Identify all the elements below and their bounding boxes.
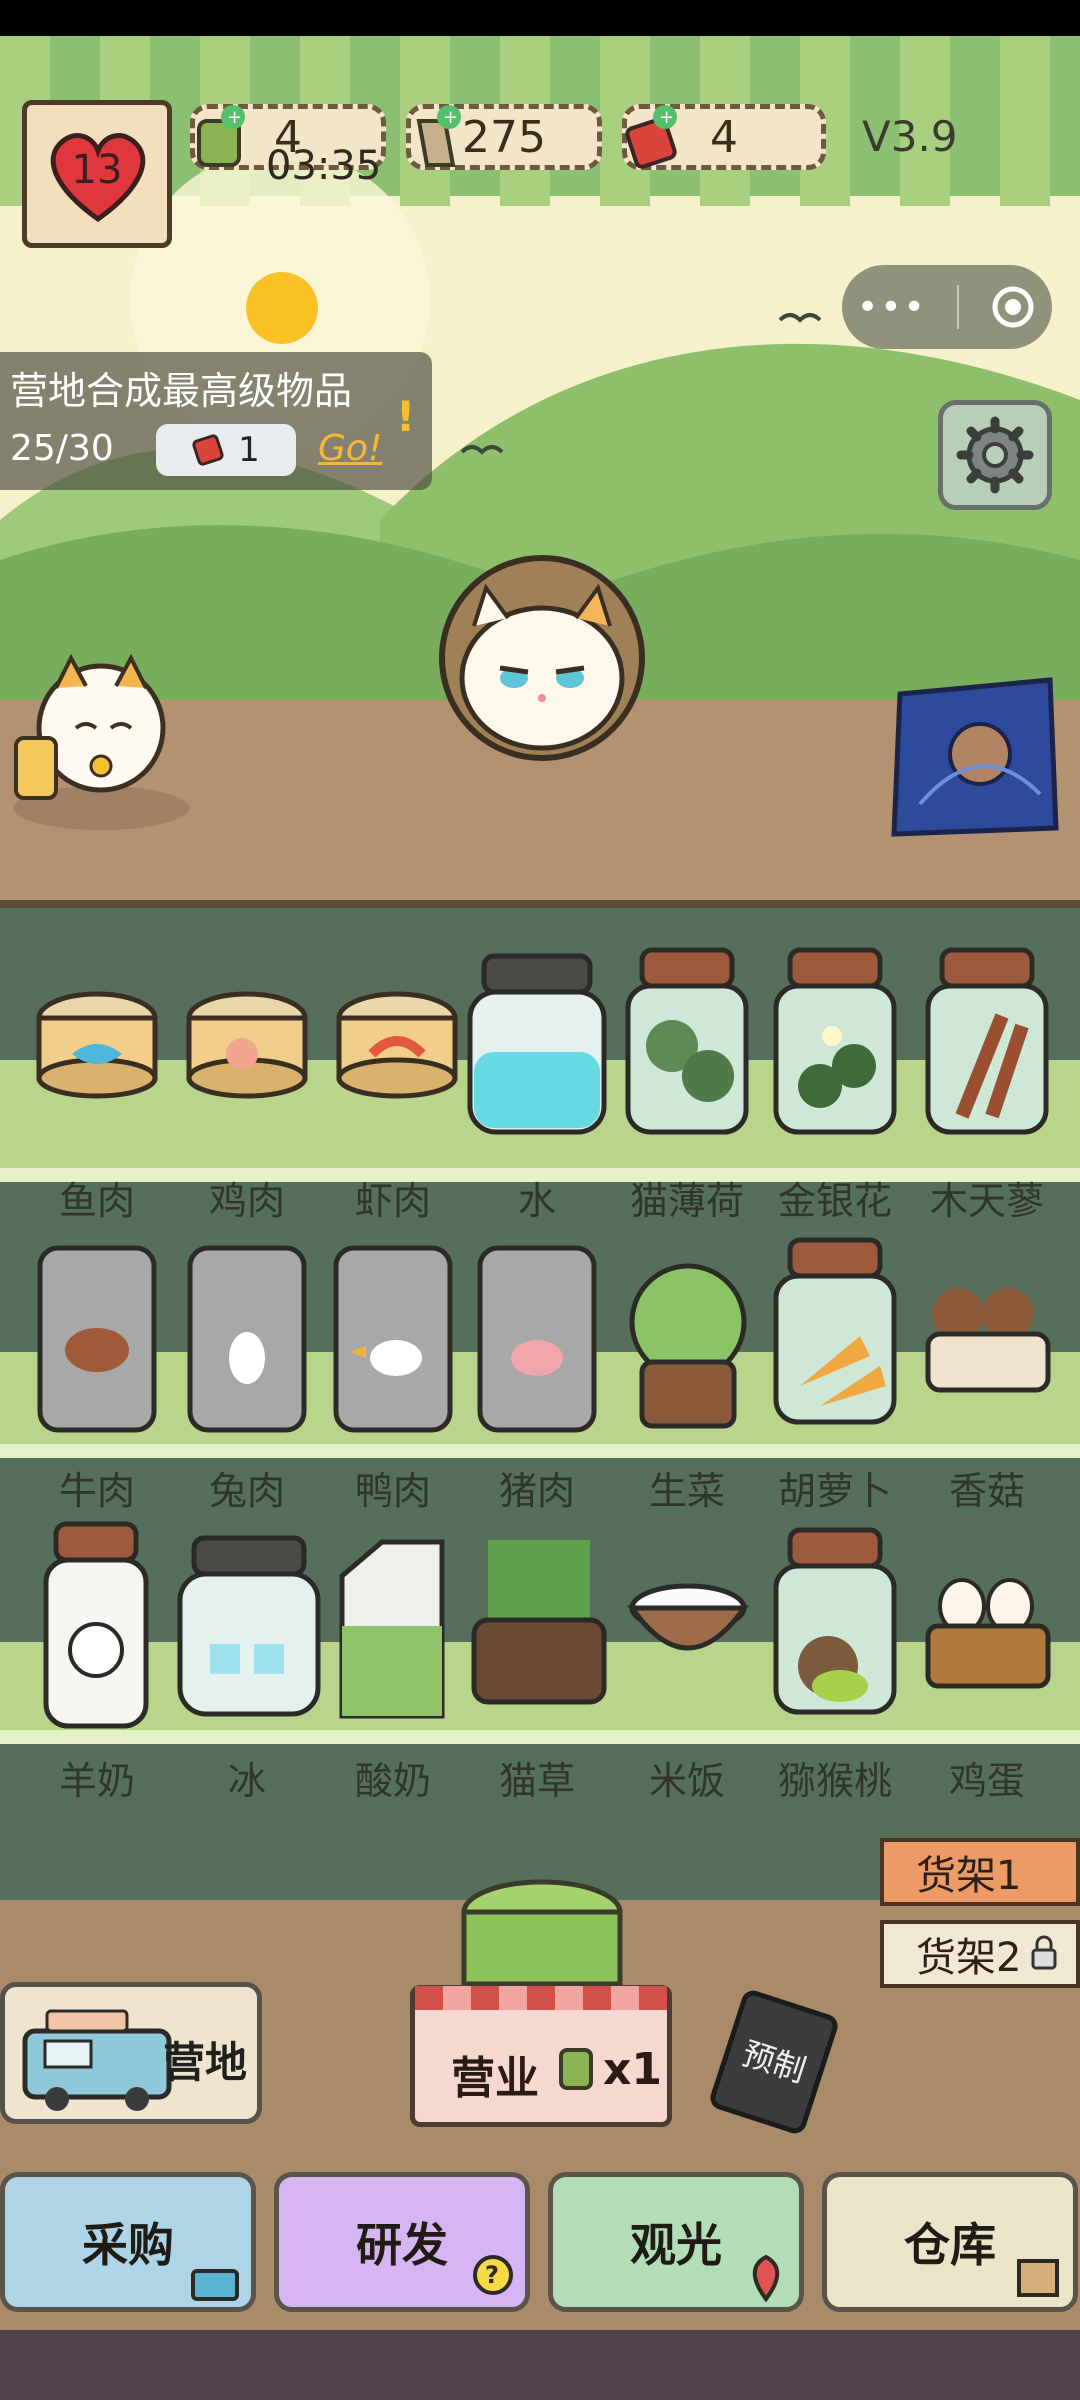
rabbit-can-icon[interactable]: [184, 1240, 310, 1440]
kiwi-jar-icon[interactable]: [770, 1526, 900, 1722]
item-label: 羊奶: [58, 1759, 135, 1803]
tab-shelf-2[interactable]: 货架2: [880, 1920, 1080, 1988]
tour-button[interactable]: 观光: [548, 2172, 804, 2312]
camp-button[interactable]: 营地: [0, 1982, 262, 2124]
location-pin-icon: [752, 2254, 780, 2303]
more-icon[interactable]: •••: [857, 287, 927, 328]
red-ticket-icon: +: [625, 105, 677, 169]
item-label: 米饭: [648, 1759, 725, 1803]
task-progress: 25/30: [10, 428, 114, 469]
ticket-counter[interactable]: + 4: [622, 104, 826, 170]
exclamation-icon: !: [396, 392, 416, 441]
level-value: 13: [71, 147, 123, 193]
tour-label: 观光: [630, 2218, 722, 2272]
mini-program-capsule[interactable]: •••: [842, 265, 1052, 349]
task-panel[interactable]: 营地合成最高级物品 25/30 1 Go! !: [0, 352, 432, 490]
pork-can-icon[interactable]: [474, 1240, 600, 1440]
goat-milk-jar-icon[interactable]: [40, 1520, 152, 1736]
business-button[interactable]: 营业 x1: [410, 1985, 672, 2127]
item-label: 冰: [227, 1759, 266, 1803]
purchase-label: 采购: [82, 2218, 174, 2272]
tab-shelf-2-label: 货架2: [916, 1935, 1022, 1981]
fish-can-icon[interactable]: [32, 988, 162, 1100]
item-label: 金银花: [777, 1179, 892, 1223]
item-label: 猕猴桃: [777, 1759, 892, 1803]
gear-icon: [956, 416, 1034, 494]
carrot-jar-icon[interactable]: [770, 1236, 900, 1432]
cat-grass-pot-icon[interactable]: [468, 1534, 610, 1712]
settings-button[interactable]: [938, 400, 1052, 510]
coin-count: 275: [462, 111, 546, 163]
business-multiplier: x1: [603, 2044, 662, 2095]
purchase-button[interactable]: 采购: [0, 2172, 256, 2312]
item-label: 兔肉: [208, 1469, 285, 1513]
svg-text:+: +: [227, 107, 242, 128]
lock-icon: [1031, 1935, 1057, 1970]
catnip-jar-icon[interactable]: [622, 946, 752, 1142]
item-label: 木天蓼: [929, 1179, 1044, 1223]
level-badge[interactable]: 13: [22, 100, 172, 248]
item-label: 鸡肉: [208, 1179, 285, 1223]
item-label: 鸡蛋: [948, 1759, 1025, 1803]
item-label: 牛肉: [58, 1469, 135, 1513]
game-scene: 13 + 4 + 275 + 4 V3.9 03:35 ••• 营地合成最高级物…: [0, 0, 1080, 2400]
item-label: 胡萝卜: [777, 1469, 892, 1513]
lucky-cat-icon[interactable]: [6, 648, 196, 838]
svg-text:+: +: [443, 107, 458, 128]
dried-fish-icon: +: [416, 105, 461, 167]
box-icon: [1017, 2259, 1059, 2297]
item-label: 酸奶: [354, 1759, 431, 1803]
research-label: 研发: [356, 2218, 448, 2272]
item-label: 鸭肉: [354, 1469, 431, 1513]
coin-counter[interactable]: + 275: [406, 104, 602, 170]
item-label: 虾肉: [354, 1179, 431, 1223]
item-label: 猫草: [498, 1759, 575, 1803]
duck-can-icon[interactable]: [330, 1240, 456, 1440]
fish-can-icon: [559, 2048, 593, 2090]
calendar-bag-icon[interactable]: [880, 654, 1070, 850]
item-label: 生菜: [648, 1469, 725, 1513]
task-reward-count: 1: [238, 430, 260, 470]
ice-jar-icon[interactable]: [174, 1534, 324, 1722]
storage-button[interactable]: 仓库: [822, 2172, 1078, 2312]
timer-label: 03:35: [266, 143, 382, 189]
rice-bowl-icon[interactable]: [618, 1578, 758, 1674]
mushroom-basket-icon[interactable]: [918, 1278, 1058, 1396]
capsule-divider: [956, 285, 959, 329]
item-label: 鱼肉: [58, 1179, 135, 1223]
beef-can-icon[interactable]: [34, 1240, 160, 1440]
storage-label: 仓库: [904, 2218, 996, 2272]
item-label: 猫薄荷: [629, 1179, 744, 1223]
question-icon: ?: [473, 2255, 513, 2295]
shrimp-can-icon[interactable]: [332, 988, 462, 1100]
silvervine-jar-icon[interactable]: [922, 946, 1052, 1142]
honeysuckle-jar-icon[interactable]: [770, 946, 900, 1142]
svg-text:?: ?: [485, 2261, 499, 2289]
chicken-can-icon[interactable]: [182, 988, 312, 1100]
awning-decor: [415, 1986, 667, 2010]
item-label: 猪肉: [498, 1469, 575, 1513]
yogurt-carton-icon[interactable]: [322, 1536, 462, 1726]
business-label: 营业: [451, 2053, 539, 2104]
close-target-icon[interactable]: [989, 283, 1037, 331]
svg-text:+: +: [659, 107, 674, 128]
basket-icon: [191, 2269, 239, 2301]
fish-can-icon: +: [197, 105, 245, 167]
item-label: 水: [517, 1179, 556, 1223]
item-label: 香菇: [948, 1469, 1025, 1513]
research-button[interactable]: 研发 ?: [274, 2172, 530, 2312]
camper-van-icon: [22, 2009, 172, 2111]
tab-shelf-1[interactable]: 货架1: [880, 1838, 1080, 1906]
task-reward: 1: [156, 424, 296, 476]
water-jar-icon[interactable]: [464, 952, 610, 1142]
ticket-count: 4: [710, 111, 738, 163]
version-label: V3.9: [862, 112, 958, 161]
task-title: 营地合成最高级物品: [10, 369, 353, 413]
lettuce-basket-icon[interactable]: [618, 1252, 758, 1432]
camp-label: 营地: [162, 2038, 247, 2087]
task-go-link[interactable]: Go!: [318, 428, 382, 469]
red-ticket-icon: [192, 434, 224, 466]
egg-basket-icon[interactable]: [918, 1566, 1058, 1696]
cat-character-icon[interactable]: [412, 548, 672, 768]
